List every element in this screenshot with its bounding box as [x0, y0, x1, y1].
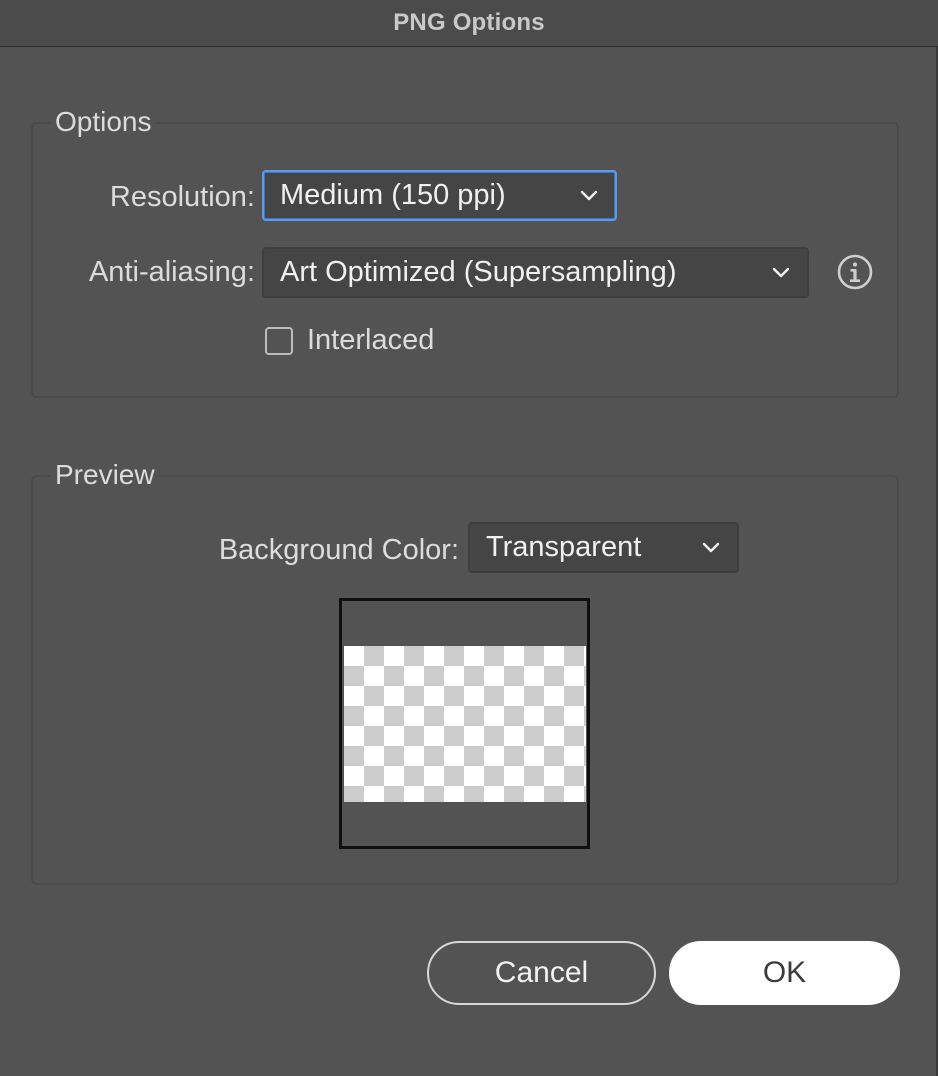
- background-color-label: Background Color:: [218, 534, 459, 566]
- background-color-dropdown[interactable]: Transparent: [468, 522, 739, 573]
- interlaced-checkbox[interactable]: [265, 327, 293, 355]
- preview-group-legend: Preview: [51, 459, 159, 491]
- antialiasing-label: Anti-aliasing:: [88, 256, 255, 288]
- resolution-value: Medium (150 ppi): [280, 179, 506, 211]
- resolution-label: Resolution:: [109, 181, 255, 213]
- antialiasing-value: Art Optimized (Supersampling): [280, 256, 677, 288]
- interlaced-label[interactable]: Interlaced: [307, 324, 434, 357]
- png-options-dialog: PNG Options Options Resolution: Medium (…: [0, 0, 938, 1076]
- transparency-checkerboard: [344, 646, 586, 802]
- options-group-legend: Options: [51, 106, 156, 138]
- chevron-down-icon: [580, 190, 598, 200]
- background-color-value: Transparent: [486, 531, 642, 563]
- window-title: PNG Options: [393, 9, 545, 36]
- preview-thumbnail: [339, 598, 590, 849]
- resolution-dropdown[interactable]: Medium (150 ppi): [262, 170, 617, 221]
- ok-button[interactable]: OK: [669, 941, 900, 1005]
- title-bar[interactable]: PNG Options: [0, 0, 938, 47]
- chevron-down-icon: [772, 267, 790, 277]
- cancel-button[interactable]: Cancel: [427, 941, 656, 1005]
- chevron-down-icon: [702, 542, 720, 552]
- antialiasing-dropdown[interactable]: Art Optimized (Supersampling): [262, 247, 809, 298]
- info-icon[interactable]: [836, 253, 874, 291]
